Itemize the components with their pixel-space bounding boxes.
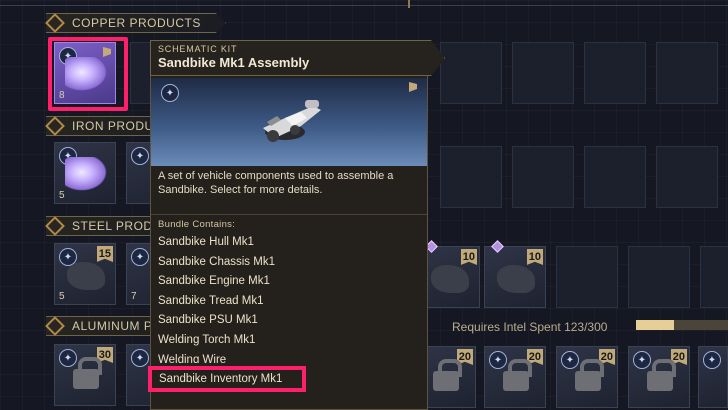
component-silhouette-icon	[431, 265, 469, 293]
tooltip-description: A set of vehicle components used to asse…	[158, 170, 394, 196]
schematic-badge-icon: ✦	[161, 84, 179, 102]
lock-icon	[433, 359, 462, 391]
slot-count: 5	[59, 190, 65, 201]
intel-progress-bar	[636, 320, 728, 330]
slot-empty[interactable]	[440, 42, 502, 104]
slot-empty[interactable]	[556, 246, 618, 308]
category-copper-products[interactable]: COPPER PRODUCTS	[46, 13, 226, 33]
slot-empty[interactable]	[628, 246, 690, 308]
schematic-badge-icon: ✦	[131, 248, 149, 266]
category-label: COPPER PRODUCTS	[72, 16, 201, 30]
schematic-slot-aluminum-5[interactable]: ✦ 20	[556, 346, 618, 408]
schematic-badge-icon: ✦	[633, 351, 651, 369]
slot-empty[interactable]	[512, 146, 574, 208]
schematic-badge-icon: ✦	[59, 349, 77, 367]
tooltip-kind: SCHEMATIC KIT	[158, 44, 238, 54]
schematic-slot-steel-locked-2[interactable]: 10	[484, 240, 546, 308]
tooltip-title: Sandbike Mk1 Assembly	[158, 55, 310, 70]
bundle-item: Sandbike Engine Mk1	[158, 275, 270, 288]
intel-requirement-text: Requires Intel Spent 123/300	[452, 320, 608, 334]
bundle-item-highlighted: Sandbike Inventory Mk1	[148, 366, 306, 392]
schematic-badge-icon: ✦	[561, 351, 579, 369]
slot-empty[interactable]	[656, 146, 718, 208]
slot-count: 5	[59, 291, 65, 302]
intel-progress-fill	[636, 320, 674, 330]
lock-icon	[503, 359, 532, 391]
bundle-item: Sandbike Hull Mk1	[158, 236, 254, 248]
highlight-frame-selected-slot	[48, 37, 128, 111]
tooltip-divider	[151, 214, 427, 215]
slot-empty[interactable]	[584, 146, 646, 208]
top-divider	[0, 0, 728, 6]
component-silhouette-icon	[497, 265, 535, 293]
component-silhouette-icon	[67, 262, 105, 290]
slot-empty[interactable]	[440, 146, 502, 208]
bundle-item: Sandbike Tread Mk1	[158, 294, 264, 307]
schematic-slot-iron[interactable]: ✦ 5	[54, 142, 116, 204]
slot-empty[interactable]	[584, 42, 646, 104]
slot-count: 7	[131, 291, 137, 302]
tooltip-preview-image: ✦	[151, 78, 427, 166]
lock-icon	[73, 357, 102, 389]
sandbike-render-icon	[263, 100, 321, 142]
schematic-slot-aluminum-6[interactable]: ✦ 20	[628, 346, 690, 408]
slot-empty[interactable]	[656, 42, 718, 104]
flag-icon	[409, 82, 417, 92]
top-divider-tick	[408, 0, 410, 8]
lock-icon	[575, 359, 604, 391]
level-tag: 10	[460, 249, 477, 265]
lock-icon	[647, 359, 676, 391]
schematic-badge-icon: ✦	[131, 349, 149, 367]
slot-empty[interactable]	[512, 42, 574, 104]
level-tag: 10	[526, 249, 543, 265]
bundle-item: Welding Wire	[158, 353, 227, 363]
schematic-slot-aluminum-1[interactable]: ✦ 30	[54, 344, 116, 406]
schematic-badge-icon: ✦	[703, 351, 721, 369]
bundle-item: Sandbike Chassis Mk1	[158, 255, 275, 268]
schematic-slot-steel-1[interactable]: ✦ 15 5	[54, 243, 116, 305]
sandbike-icon	[65, 157, 107, 191]
bundle-item: Sandbike PSU Mk1	[158, 314, 258, 327]
schematic-slot-aluminum-7[interactable]: ✦	[698, 346, 728, 408]
schematic-badge-icon: ✦	[489, 351, 507, 369]
bundle-contains-label: Bundle Contains:	[158, 219, 236, 230]
schematic-slot-aluminum-4[interactable]: ✦ 20	[484, 346, 546, 408]
bundle-item-list: Sandbike Hull Mk1 Sandbike Chassis Mk1 S…	[158, 233, 275, 363]
slot-empty[interactable]	[700, 246, 728, 308]
schematic-badge-icon: ✦	[131, 147, 149, 165]
bundle-item: Welding Torch Mk1	[158, 333, 256, 346]
level-tag: 15	[96, 246, 113, 262]
